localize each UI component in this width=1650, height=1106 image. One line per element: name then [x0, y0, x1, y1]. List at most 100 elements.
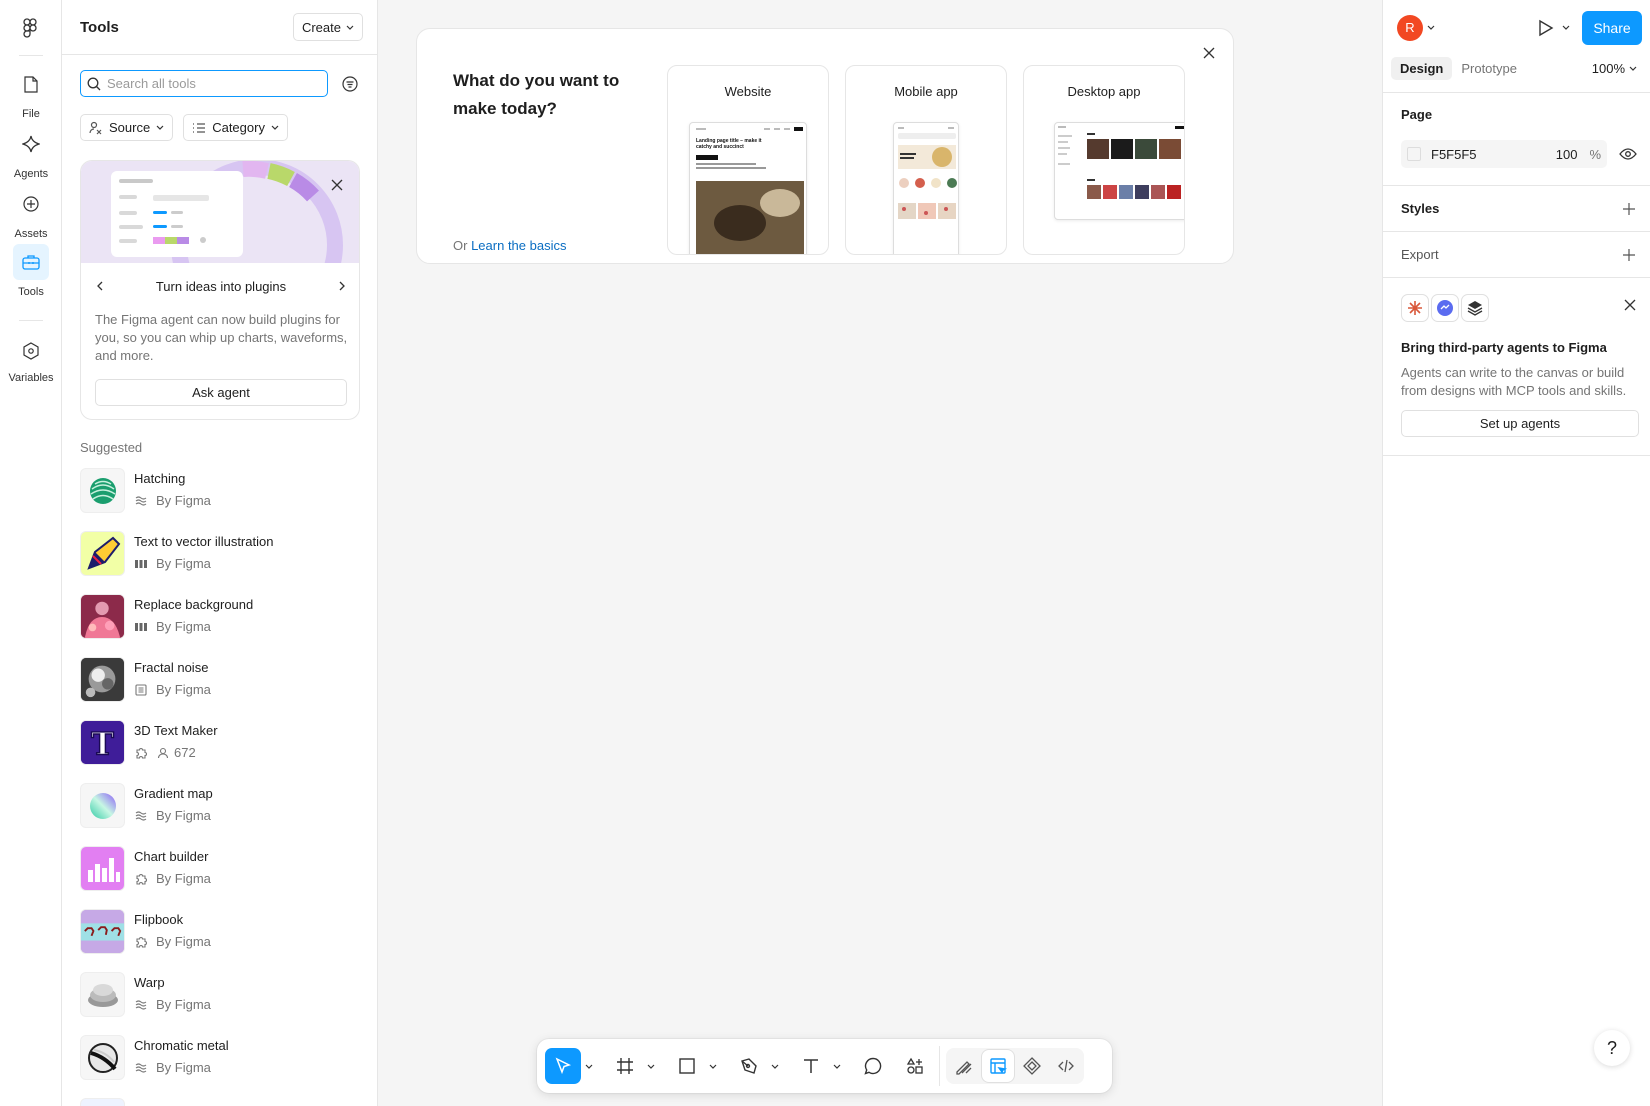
- rail-item-variables[interactable]: Variables: [0, 336, 62, 384]
- chevron-down-icon: [585, 1064, 593, 1069]
- right-panel: R Share Design Prototype 100% Page F5F5F…: [1382, 0, 1650, 1106]
- avatar: R: [1397, 14, 1423, 41]
- move-tool-button[interactable]: [545, 1048, 581, 1084]
- actions-tool-button[interactable]: [897, 1048, 933, 1084]
- chevron-down-icon: [647, 1064, 655, 1069]
- rail-item-assets[interactable]: Assets: [0, 186, 62, 240]
- rectangle-tool-caret[interactable]: [705, 1048, 721, 1084]
- tools-header: Tools Create: [62, 0, 377, 55]
- desktop-app-option[interactable]: Desktop app: [1023, 65, 1185, 255]
- canvas[interactable]: What do you want to make today? Or Learn…: [378, 0, 1382, 1106]
- desktop-app-label: Desktop app: [1067, 84, 1141, 99]
- 3d-text-maker-thumbnail: T: [80, 720, 125, 765]
- tool-item-chart-builder[interactable]: Chart builder By Figma: [80, 846, 360, 909]
- tool-item-fractal-noise[interactable]: Fractal noise By Figma: [80, 657, 360, 720]
- rail-item-file[interactable]: File: [0, 66, 62, 120]
- component-mode-button[interactable]: [1016, 1050, 1048, 1082]
- share-button[interactable]: Share: [1582, 10, 1642, 45]
- tool-meta: By Figma: [156, 934, 211, 949]
- mobile-app-option[interactable]: Mobile app: [845, 65, 1007, 255]
- rail-label: Tools: [18, 286, 44, 298]
- chevron-left-icon[interactable]: [93, 279, 107, 293]
- set-up-agents-button[interactable]: Set up agents: [1401, 410, 1639, 437]
- flipbook-thumbnail: [80, 909, 125, 954]
- weave-icon: [134, 620, 148, 634]
- move-tool-caret[interactable]: [581, 1048, 597, 1084]
- comment-tool-button[interactable]: [855, 1048, 891, 1084]
- search-field[interactable]: [80, 70, 328, 97]
- tool-item-hatching[interactable]: Hatching By Figma: [80, 468, 360, 531]
- list-icon: [193, 122, 206, 133]
- add-export-icon[interactable]: [1621, 247, 1637, 263]
- page-color-value[interactable]: F5F5F5: [1431, 147, 1477, 162]
- help-button[interactable]: ?: [1594, 1030, 1630, 1066]
- create-button[interactable]: Create: [292, 13, 363, 41]
- close-promo-icon[interactable]: [327, 175, 347, 195]
- puzzle-icon: [134, 935, 148, 949]
- category-filter[interactable]: Category: [183, 114, 288, 141]
- pen-tool-button[interactable]: [731, 1048, 767, 1084]
- rectangle-tool-button[interactable]: [669, 1048, 705, 1084]
- ask-agent-button[interactable]: Ask agent: [95, 379, 347, 406]
- create-label: Create: [301, 19, 341, 35]
- chromatic-metal-thumbnail: [80, 1035, 125, 1080]
- tool-meta: By Figma: [156, 1060, 211, 1075]
- website-option[interactable]: Website Landing page title – make it cat…: [667, 65, 829, 255]
- text-tool-caret[interactable]: [829, 1048, 845, 1084]
- chevron-down-icon: [1427, 25, 1435, 30]
- page-opacity-value[interactable]: 100: [1556, 147, 1578, 162]
- chevron-right-icon[interactable]: [335, 279, 349, 293]
- gradient-map-thumbnail: [80, 783, 125, 828]
- text-icon: [804, 1059, 818, 1073]
- tool-meta: By Figma: [156, 871, 211, 886]
- chevron-down-icon: [156, 125, 164, 130]
- export-section-title: Export: [1401, 247, 1439, 262]
- tool-item-3d-text-maker[interactable]: T 3D Text Maker 672: [80, 720, 360, 783]
- frame-tool-button[interactable]: [607, 1048, 643, 1084]
- tool-item-chromatic-metal[interactable]: Chromatic metal By Figma: [80, 1035, 360, 1098]
- tool-item-text-to-vector[interactable]: Text to vector illustration By Figma: [80, 531, 360, 594]
- draw-mode-button[interactable]: [948, 1050, 980, 1082]
- promo-nav: Turn ideas into plugins: [81, 275, 359, 297]
- dev-mode-button[interactable]: [1050, 1050, 1082, 1082]
- user-menu[interactable]: R: [1397, 14, 1435, 41]
- design-mode-button[interactable]: [982, 1050, 1014, 1082]
- tool-item-warp[interactable]: Warp By Figma: [80, 972, 360, 1035]
- warp-thumbnail: [80, 972, 125, 1017]
- left-rail: File Agents Assets Tools Variables: [0, 0, 62, 1106]
- zoom-dropdown[interactable]: 100%: [1592, 61, 1643, 76]
- tool-name: Hatching: [134, 471, 186, 486]
- close-start-card-icon[interactable]: [1197, 41, 1221, 65]
- pen-tool-caret[interactable]: [767, 1048, 783, 1084]
- source-filter[interactable]: Source: [80, 114, 174, 141]
- styles-section-title: Styles: [1401, 201, 1440, 216]
- search-input[interactable]: [107, 76, 307, 91]
- tool-item-flipbook[interactable]: Flipbook By Figma: [80, 909, 360, 972]
- close-agents-card-icon[interactable]: [1623, 298, 1637, 312]
- tool-item-gradient-map[interactable]: Gradient map By Figma: [80, 783, 360, 846]
- frame-tool-caret[interactable]: [643, 1048, 659, 1084]
- color-swatch[interactable]: [1407, 147, 1421, 161]
- tab-prototype[interactable]: Prototype: [1452, 57, 1526, 80]
- tools-panel-title: Tools: [80, 18, 119, 36]
- start-card: What do you want to make today? Or Learn…: [416, 28, 1234, 264]
- waves-icon: [134, 998, 148, 1012]
- rail-item-tools[interactable]: Tools: [0, 244, 62, 298]
- rail-label: Variables: [8, 372, 54, 384]
- rail-item-agents[interactable]: Agents: [0, 126, 62, 180]
- website-preview-headline: Landing page title – make it catchy and …: [696, 138, 776, 150]
- filter-list-icon[interactable]: [340, 74, 360, 94]
- present-button[interactable]: [1538, 19, 1570, 37]
- tool-item-partial[interactable]: [80, 1098, 360, 1106]
- page-color-field[interactable]: F5F5F5 100 %: [1401, 140, 1607, 168]
- eye-icon[interactable]: [1619, 146, 1637, 162]
- tool-item-replace-background[interactable]: Replace background By Figma: [80, 594, 360, 657]
- export-section: Export: [1383, 232, 1650, 278]
- toolbox-icon: [13, 244, 49, 280]
- draw-icon: [956, 1061, 972, 1075]
- tab-design[interactable]: Design: [1391, 56, 1453, 80]
- figma-logo-icon[interactable]: [18, 16, 42, 40]
- text-tool-button[interactable]: [793, 1048, 829, 1084]
- learn-basics-link[interactable]: Learn the basics: [471, 238, 566, 253]
- add-style-icon[interactable]: [1621, 201, 1637, 217]
